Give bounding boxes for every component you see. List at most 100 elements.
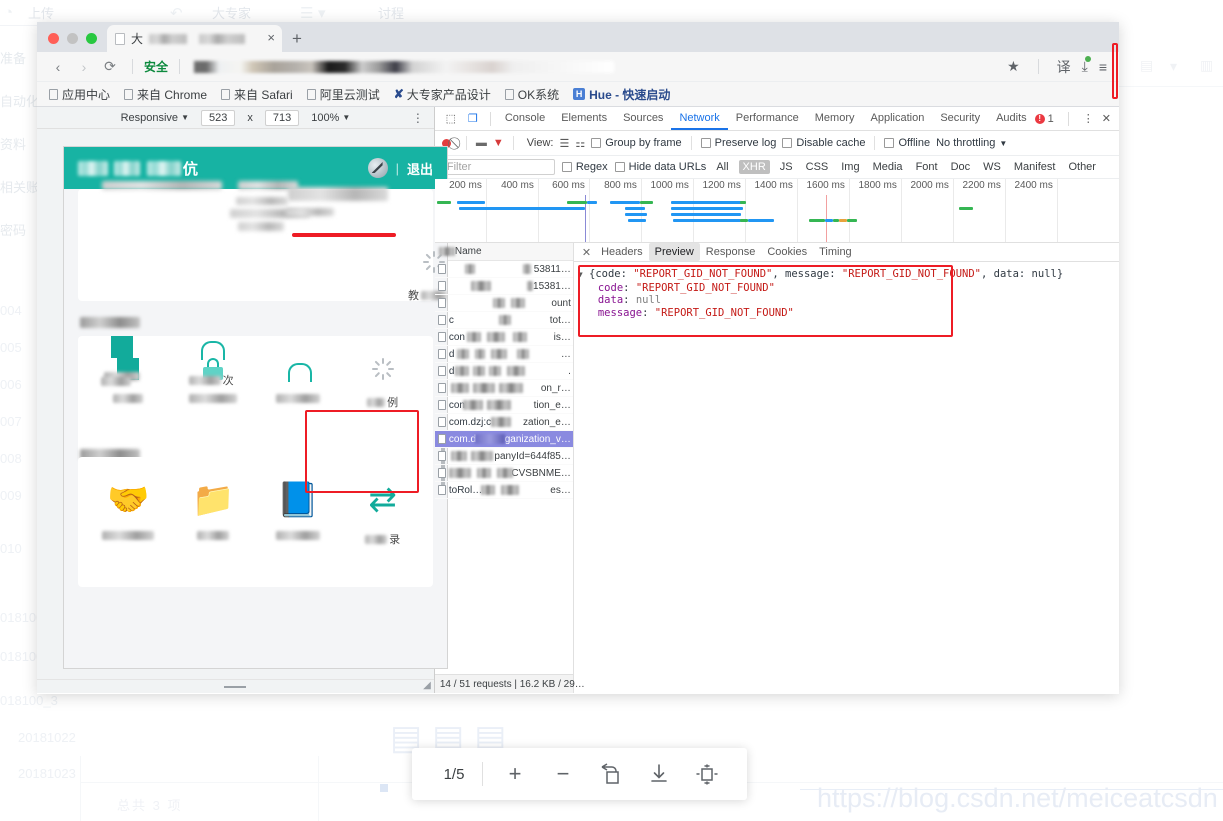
list-view-icon[interactable]: ☰ xyxy=(559,137,569,150)
address-bar[interactable] xyxy=(194,60,615,73)
offline-checkbox[interactable]: Offline xyxy=(884,137,930,149)
throttling-select[interactable]: No throttling ▼ xyxy=(936,137,1007,149)
table-row[interactable]: 53811… xyxy=(434,261,573,278)
filter-type-ws[interactable]: WS xyxy=(980,161,1004,173)
detail-tab-timing[interactable]: Timing xyxy=(813,243,858,261)
window-controls[interactable] xyxy=(37,33,107,52)
detail-tab-preview[interactable]: Preview xyxy=(648,243,700,261)
detail-tab-response[interactable]: Response xyxy=(700,243,762,261)
device-more-button[interactable]: ⋮ xyxy=(412,111,424,125)
tab-security[interactable]: Security xyxy=(932,107,988,130)
maximize-window-button[interactable] xyxy=(86,33,97,44)
group-by-frame-checkbox[interactable]: Group by frame xyxy=(591,137,682,149)
waterfall-view-icon[interactable]: ⚏ xyxy=(575,137,585,150)
table-row[interactable]: d … xyxy=(434,346,573,363)
close-tab-button[interactable]: × xyxy=(267,31,275,44)
zoom-in-button[interactable]: + xyxy=(491,754,539,794)
table-row[interactable]: con tion_e… xyxy=(434,397,573,414)
bookmark-ok-system[interactable]: OK系统 xyxy=(504,86,559,103)
filter-type-all[interactable]: All xyxy=(713,161,731,173)
table-row[interactable]: on_r… xyxy=(434,380,573,397)
download-button[interactable] xyxy=(635,754,683,794)
zoom-out-button[interactable]: − xyxy=(539,754,587,794)
viewport-resize-bar[interactable]: ◢ xyxy=(37,679,434,693)
table-row[interactable]: panyId=644f85… xyxy=(434,448,573,465)
table-row[interactable]: con is… xyxy=(434,329,573,346)
translate-icon[interactable]: 译 xyxy=(1057,57,1071,77)
tab-sources[interactable]: Sources xyxy=(615,107,671,130)
hide-data-urls-checkbox[interactable]: Hide data URLs xyxy=(614,161,706,173)
regex-checkbox[interactable]: Regex xyxy=(561,161,608,173)
filter-type-other[interactable]: Other xyxy=(1065,161,1099,173)
close-devtools-icon[interactable]: ✕ xyxy=(1102,112,1111,125)
device-selector[interactable]: Responsive ▼ xyxy=(121,112,189,124)
bookmark-应用中心[interactable]: 应用中心 xyxy=(49,86,110,103)
back-button[interactable]: ‹ xyxy=(47,56,69,78)
inspect-element-icon[interactable]: ⬚ xyxy=(440,109,462,129)
download-icon[interactable]: ⤓ xyxy=(1082,56,1091,75)
table-row[interactable]: com.dzj:c zation_e… xyxy=(434,414,573,431)
table-row[interactable]: com.d ganization_v… xyxy=(434,431,573,448)
close-window-button[interactable] xyxy=(48,33,59,44)
close-detail-icon[interactable]: ✕ xyxy=(578,246,595,259)
minimize-window-button[interactable] xyxy=(67,33,78,44)
filter-type-manifest[interactable]: Manifest xyxy=(1011,161,1059,173)
avatar[interactable] xyxy=(367,158,388,178)
bookmark-aliyun[interactable]: 阿里云测试 xyxy=(306,86,380,103)
tab-memory[interactable]: Memory xyxy=(807,107,863,130)
error-badge[interactable]: ! 1 xyxy=(1034,113,1054,125)
filter-type-css[interactable]: CSS xyxy=(803,161,832,173)
browser-tab[interactable]: 大 × xyxy=(107,25,282,52)
tab-audits[interactable]: Audits xyxy=(988,107,1035,130)
bookmark-chrome[interactable]: 来自 Chrome xyxy=(124,86,207,103)
tab-application[interactable]: Application xyxy=(863,107,933,130)
table-row[interactable]: ount xyxy=(434,295,573,312)
viewport-height-input[interactable]: 713 xyxy=(264,109,300,126)
tab-performance[interactable]: Performance xyxy=(728,107,807,130)
bookmark-product-design[interactable]: ✘ 大专家产品设计 xyxy=(394,86,491,103)
logout-button[interactable]: 退出 xyxy=(407,159,433,178)
toggle-device-toolbar-icon[interactable]: ❐ xyxy=(462,109,484,129)
menu-icon[interactable]: ≡ xyxy=(1099,59,1107,75)
disable-cache-checkbox[interactable]: Disable cache xyxy=(782,137,865,149)
filter-type-xhr[interactable]: XHR xyxy=(738,160,770,174)
tab-console[interactable]: Console xyxy=(497,107,553,130)
filter-icon[interactable]: ▼ xyxy=(493,137,504,149)
expand-triangle-icon[interactable]: ▼ xyxy=(578,270,583,279)
reload-button[interactable]: ⟳ xyxy=(99,56,121,78)
resize-corner-icon[interactable]: ◢ xyxy=(423,681,431,691)
json-summary-row[interactable]: ▼ {code: "REPORT_GID_NOT_FOUND", message… xyxy=(578,268,1113,282)
fit-screen-button[interactable] xyxy=(683,754,731,794)
viewport-width-input[interactable]: 523 xyxy=(200,109,236,126)
table-row[interactable]: CVSBNME… xyxy=(434,465,573,482)
grid-cell-6[interactable]: 次 xyxy=(167,336,256,388)
filter-type-js[interactable]: JS xyxy=(777,161,796,173)
zoom-selector[interactable]: 100% ▼ xyxy=(311,112,350,124)
network-timeline-overview[interactable]: 200 ms 400 ms 600 ms 800 ms 1000 ms 1200… xyxy=(434,179,1119,243)
grid-cell-10[interactable]: 📁 xyxy=(171,483,256,547)
filter-type-media[interactable]: Media xyxy=(870,161,906,173)
rotate-button[interactable] xyxy=(587,754,635,794)
devtools-more-icon[interactable]: ⋮ xyxy=(1083,112,1094,125)
response-preview[interactable]: ▼ {code: "REPORT_GID_NOT_FOUND", message… xyxy=(574,262,1119,693)
tab-elements[interactable]: Elements xyxy=(553,107,615,130)
camera-icon[interactable]: ▬ xyxy=(476,137,487,149)
request-rows[interactable]: 53811… 15381… ount c tot… con is… d … d … xyxy=(434,261,573,674)
filter-type-font[interactable]: Font xyxy=(913,161,941,173)
filter-type-img[interactable]: Img xyxy=(838,161,862,173)
forward-button[interactable]: › xyxy=(73,56,95,78)
bookmark-hue[interactable]: H Hue - 快速启动 xyxy=(573,86,670,103)
filter-input[interactable]: Filter xyxy=(441,159,555,175)
new-tab-button[interactable]: + xyxy=(292,30,302,47)
table-row[interactable]: 15381… xyxy=(434,278,573,295)
tab-network[interactable]: Network xyxy=(671,107,728,130)
bookmark-safari[interactable]: 来自 Safari xyxy=(221,86,293,103)
preserve-log-checkbox[interactable]: Preserve log xyxy=(700,137,776,149)
table-row[interactable]: d . xyxy=(434,363,573,380)
table-row[interactable]: c tot… xyxy=(434,312,573,329)
detail-tab-headers[interactable]: Headers xyxy=(595,243,649,261)
table-row[interactable]: toRol… es… xyxy=(434,482,573,499)
filter-type-doc[interactable]: Doc xyxy=(948,161,974,173)
grid-cell-9[interactable]: 🤝 xyxy=(86,483,171,547)
detail-tab-cookies[interactable]: Cookies xyxy=(761,243,813,261)
